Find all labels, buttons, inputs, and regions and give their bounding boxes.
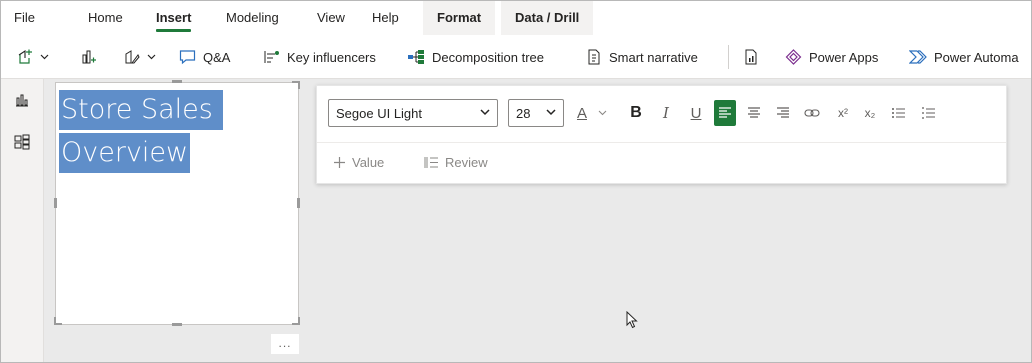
power-apps-icon xyxy=(785,49,802,65)
add-value-button[interactable]: Value xyxy=(333,155,384,170)
resize-handle-bottom[interactable] xyxy=(172,323,182,326)
resize-handle-top[interactable] xyxy=(172,80,182,83)
align-right-button[interactable] xyxy=(772,100,794,126)
smart-narrative-button[interactable]: Smart narrative xyxy=(586,43,698,71)
align-left-icon xyxy=(719,107,731,118)
font-family-select[interactable]: Segoe UI Light xyxy=(328,99,498,127)
ribbon-divider xyxy=(728,45,729,69)
paginated-report-button[interactable] xyxy=(743,43,759,71)
font-color-button[interactable]: A xyxy=(571,100,593,126)
bulleted-list-icon xyxy=(891,108,905,118)
chevron-down-icon xyxy=(480,109,490,116)
chevron-down-icon xyxy=(147,54,156,60)
visual-gallery-icon xyxy=(125,50,140,64)
decomposition-tree-button[interactable]: Decomposition tree xyxy=(407,43,544,71)
review-button[interactable]: Review xyxy=(424,155,488,170)
decomposition-tree-icon xyxy=(408,50,424,64)
textbox-title-line1[interactable]: Store Sales xyxy=(59,90,223,130)
chevron-down-icon xyxy=(546,109,556,116)
underline-label: U xyxy=(690,104,702,122)
more-options-button[interactable]: ... xyxy=(271,334,299,354)
tab-file[interactable]: File xyxy=(14,1,35,35)
italic-label: I xyxy=(663,104,669,122)
chevron-down-icon xyxy=(40,54,49,60)
tab-home[interactable]: Home xyxy=(88,1,123,35)
subscript-label: x₂ xyxy=(864,106,876,120)
power-apps-label: Power Apps xyxy=(809,49,879,65)
tab-modeling[interactable]: Modeling xyxy=(226,1,279,35)
italic-button[interactable]: I xyxy=(655,100,677,126)
format-toolbar-secondary-row: Value Review xyxy=(317,142,1006,184)
plus-icon xyxy=(334,157,345,168)
smart-narrative-icon xyxy=(588,49,600,65)
key-influencers-icon xyxy=(264,51,279,63)
bold-button[interactable]: B xyxy=(625,100,647,126)
smart-narrative-label: Smart narrative xyxy=(609,49,698,65)
resize-handle-right[interactable] xyxy=(297,198,300,208)
tab-view[interactable]: View xyxy=(317,1,345,35)
power-apps-button[interactable]: Power Apps xyxy=(785,43,878,71)
data-view-icon[interactable] xyxy=(14,134,30,150)
resize-handle-bottom-right[interactable] xyxy=(292,317,300,325)
power-automate-icon xyxy=(909,50,927,64)
subscript-button[interactable]: x₂ xyxy=(859,100,881,126)
resize-handle-top-right[interactable] xyxy=(292,81,300,89)
font-size-select[interactable]: 28 xyxy=(508,99,564,127)
align-center-icon xyxy=(748,107,760,118)
tab-help[interactable]: Help xyxy=(372,1,399,35)
tab-format[interactable]: Format xyxy=(423,1,496,35)
tab-insert[interactable]: Insert xyxy=(156,1,192,35)
qna-label: Q&A xyxy=(203,49,231,65)
text-format-toolbar: Segoe UI Light 28 A B I U x² x₂ Value Re… xyxy=(316,85,1007,184)
review-label: Review xyxy=(445,155,488,170)
paginated-report-icon xyxy=(745,49,757,65)
add-value-label: Value xyxy=(352,155,385,170)
more-visuals-button[interactable] xyxy=(124,43,156,71)
font-size-value: 28 xyxy=(516,105,531,121)
resize-handle-left[interactable] xyxy=(54,198,57,208)
key-influencers-button[interactable]: Key influencers xyxy=(263,43,376,71)
align-right-icon xyxy=(777,107,789,118)
textbox-title-line2[interactable]: Overview xyxy=(59,133,190,173)
tab-data-drill[interactable]: Data / Drill xyxy=(501,1,594,35)
align-center-button[interactable] xyxy=(743,100,765,126)
link-icon xyxy=(804,109,820,117)
power-automate-button[interactable]: Power Automa xyxy=(909,43,1019,71)
superscript-button[interactable]: x² xyxy=(832,100,854,126)
font-color-dropdown[interactable] xyxy=(595,100,609,126)
bulleted-list-button[interactable] xyxy=(887,100,909,126)
app-window: File Home Insert Modeling View Help Form… xyxy=(0,0,1032,363)
qna-button[interactable]: Q&A xyxy=(179,43,230,71)
resize-handle-bottom-left[interactable] xyxy=(54,317,62,325)
key-influencers-label: Key influencers xyxy=(287,49,376,65)
chevron-down-icon xyxy=(598,110,606,116)
new-visual-icon xyxy=(18,49,32,64)
view-switcher-rail xyxy=(1,79,44,362)
review-list-icon xyxy=(424,157,438,168)
bold-label: B xyxy=(630,104,642,121)
font-family-value: Segoe UI Light xyxy=(336,105,423,121)
insert-link-button[interactable] xyxy=(801,100,823,126)
mouse-pointer-icon xyxy=(626,311,638,329)
menu-bar: File Home Insert Modeling View Help Form… xyxy=(1,1,1031,35)
power-automate-label: Power Automa xyxy=(934,49,1019,65)
superscript-label: x² xyxy=(838,106,848,120)
numbered-list-icon xyxy=(921,107,935,119)
report-view-icon[interactable] xyxy=(14,92,30,108)
decomposition-tree-label: Decomposition tree xyxy=(432,49,544,65)
numbered-list-button[interactable] xyxy=(917,100,939,126)
align-left-button[interactable] xyxy=(714,100,736,126)
font-color-label: A xyxy=(576,104,587,122)
new-table-button[interactable] xyxy=(81,43,97,71)
new-visual-button[interactable] xyxy=(17,43,49,71)
underline-button[interactable]: U xyxy=(685,100,707,126)
ribbon: Q&A Key influencers Decomposition tree S… xyxy=(1,35,1031,79)
speech-bubble-icon xyxy=(179,50,196,65)
bar-chart-add-icon xyxy=(82,50,96,64)
